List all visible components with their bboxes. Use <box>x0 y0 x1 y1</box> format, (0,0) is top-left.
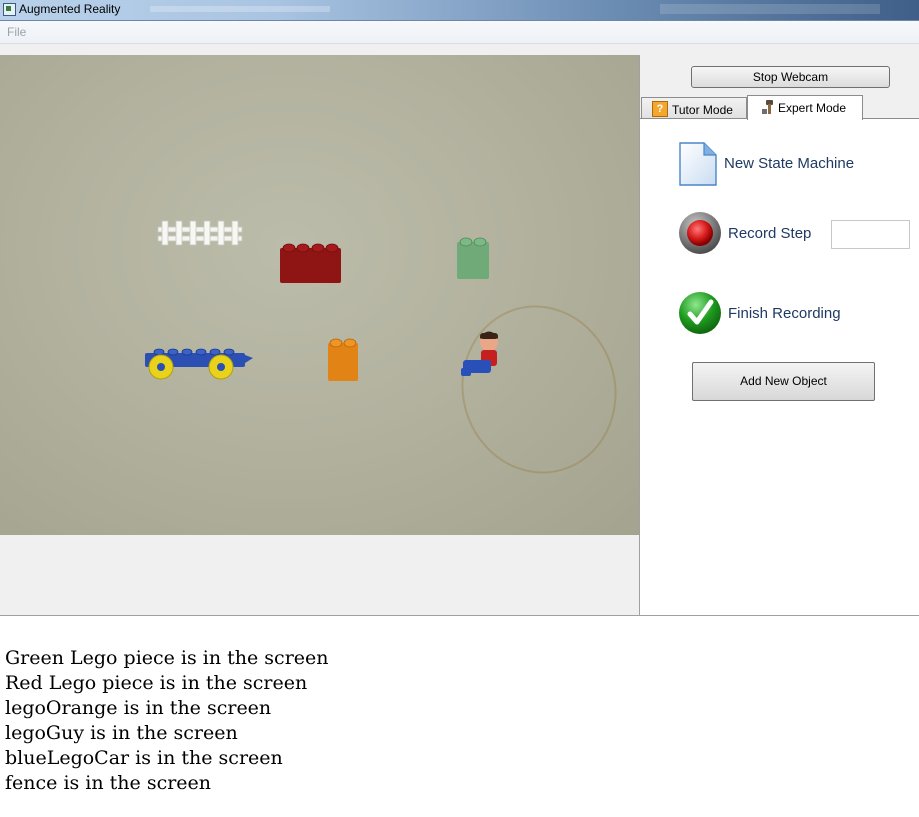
tools-icon <box>762 100 773 114</box>
record-step-button[interactable]: Record Step <box>678 211 811 257</box>
record-icon <box>679 212 721 254</box>
step-name-input[interactable] <box>831 220 910 249</box>
tab-label: Expert Mode <box>778 101 847 115</box>
expert-mode-panel: New State Machine Record Step Finish Rec… <box>640 118 919 616</box>
orange-lego-brick <box>328 338 358 381</box>
title-bar-decoration <box>150 6 330 12</box>
log-line: blueLegoCar is in the screen <box>5 747 283 769</box>
tab-expert-mode[interactable]: Expert Mode <box>747 95 863 120</box>
coffee-stain <box>442 287 636 492</box>
log-line: legoOrange is in the screen <box>5 697 272 719</box>
app-icon <box>3 3 16 16</box>
webcam-padding <box>0 535 639 615</box>
log-line: Green Lego piece is in the screen <box>5 647 329 669</box>
new-state-machine-button[interactable]: New State Machine <box>678 141 854 187</box>
menu-bar: File <box>0 21 919 44</box>
detection-log: Green Lego piece is in the screen Red Le… <box>5 646 329 796</box>
blue-lego-car <box>145 348 253 380</box>
record-step-label: Record Step <box>728 225 812 242</box>
add-new-object-button[interactable]: Add New Object <box>692 362 875 401</box>
log-line: Red Lego piece is in the screen <box>5 672 308 694</box>
menu-item-file[interactable]: File <box>7 25 26 39</box>
finish-recording-label: Finish Recording <box>728 305 841 322</box>
document-icon <box>679 142 717 186</box>
green-lego-brick <box>457 237 489 279</box>
control-panel: Stop Webcam ? Tutor Mode Expert Mode New… <box>639 55 919 616</box>
fence-object <box>157 220 243 246</box>
lego-guy-figure <box>461 331 498 376</box>
window-title: Augmented Reality <box>19 2 121 16</box>
tab-label: Tutor Mode <box>672 103 733 117</box>
webcam-view <box>0 55 639 535</box>
divider <box>0 615 919 616</box>
checkmark-icon <box>679 292 721 334</box>
stop-webcam-button[interactable]: Stop Webcam <box>691 66 890 88</box>
title-bar: Augmented Reality <box>0 0 919 21</box>
log-line: legoGuy is in the screen <box>5 722 238 744</box>
title-bar-decoration <box>660 4 880 14</box>
tab-tutor-mode[interactable]: ? Tutor Mode <box>641 97 747 119</box>
question-icon: ? <box>652 101 668 117</box>
red-lego-brick <box>280 243 341 283</box>
toolbar-strip <box>0 44 919 55</box>
log-line: fence is in the screen <box>5 772 212 794</box>
finish-recording-button[interactable]: Finish Recording <box>678 291 841 337</box>
new-state-machine-label: New State Machine <box>724 155 855 172</box>
